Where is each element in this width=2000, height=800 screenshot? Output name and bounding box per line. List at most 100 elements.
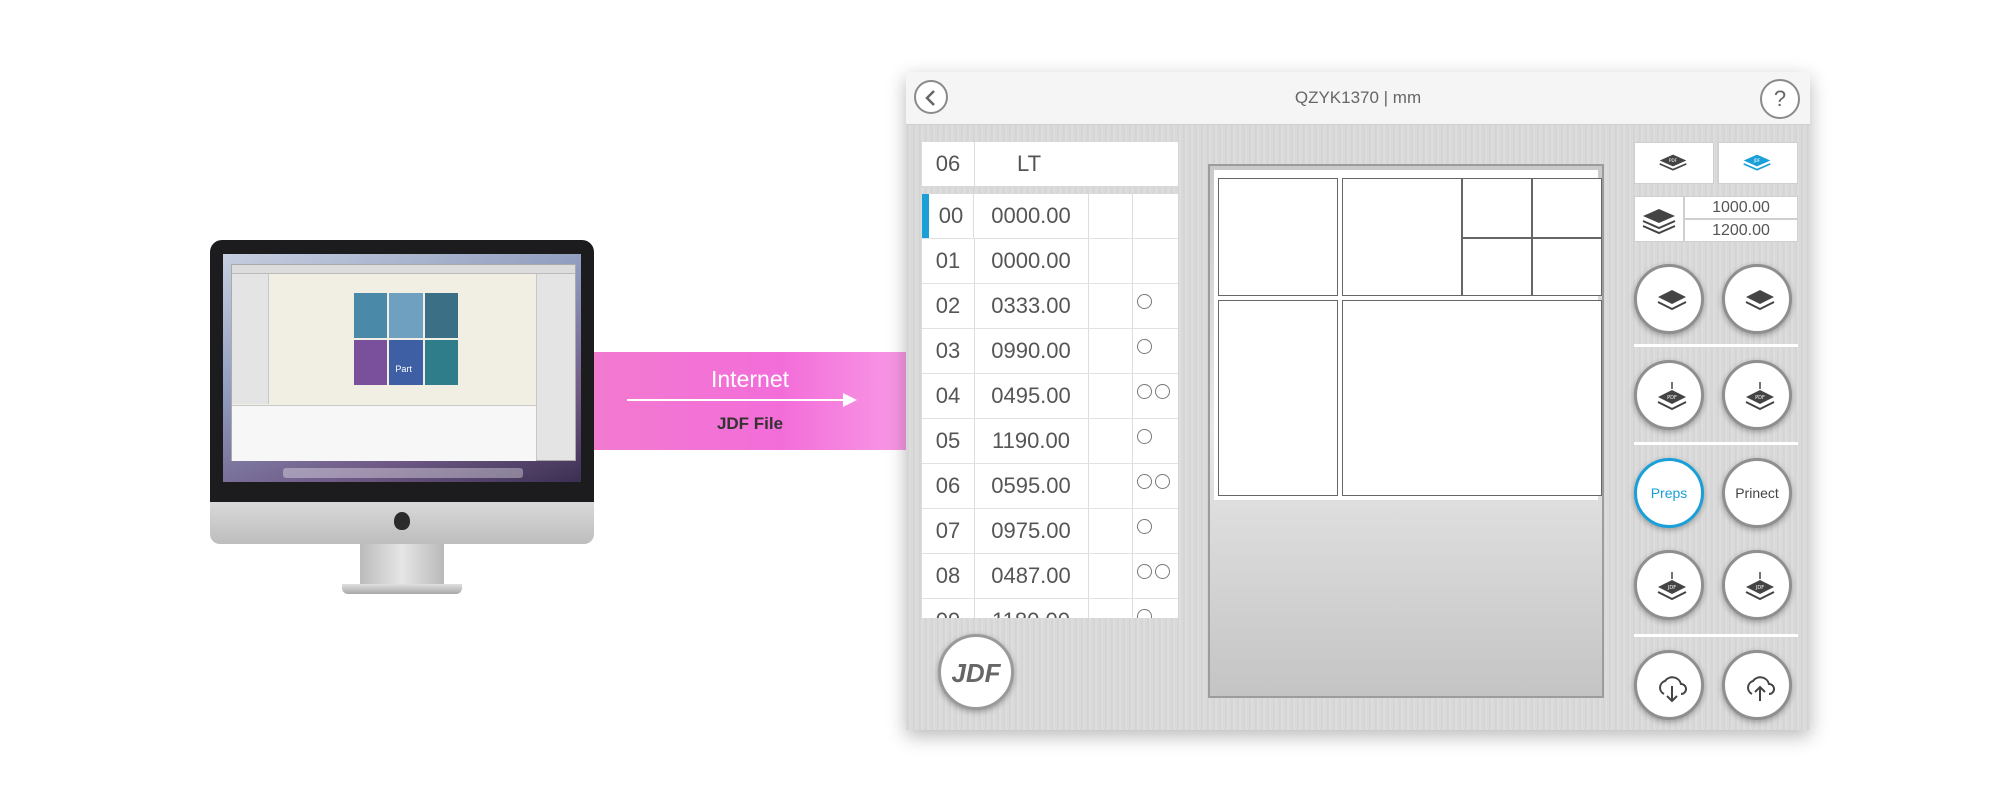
step-flag-cell bbox=[1088, 284, 1133, 328]
sheet-height-value[interactable]: 1200.00 bbox=[1684, 219, 1798, 242]
page-thumbnails: Part bbox=[354, 293, 458, 385]
stack-size-icon bbox=[1642, 209, 1676, 235]
cloud-upload-icon bbox=[1747, 676, 1775, 701]
sheet-width-value[interactable]: 1000.00 bbox=[1684, 196, 1798, 219]
program-number: 06 bbox=[922, 142, 975, 186]
table-row[interactable]: 00 0000.00 bbox=[922, 194, 1178, 239]
dock bbox=[283, 468, 523, 478]
air-table-icon bbox=[1137, 429, 1152, 444]
jdf-file-label: JDF File bbox=[716, 414, 784, 433]
step-flag-cell bbox=[1088, 374, 1133, 418]
divider bbox=[1634, 344, 1798, 347]
jdf-button[interactable]: JDF bbox=[938, 634, 1014, 710]
step-index: 03 bbox=[922, 329, 975, 373]
step-flag-cell bbox=[1088, 419, 1133, 463]
pdf-export-icon: PDF bbox=[1745, 382, 1775, 411]
step-value: 0000.00 bbox=[974, 239, 1089, 283]
jdf-format-tab[interactable]: JDF bbox=[1718, 142, 1798, 184]
sheet-page bbox=[1342, 178, 1462, 296]
table-row[interactable]: 01 0000.00 bbox=[922, 239, 1178, 284]
step-flag-cell bbox=[1088, 194, 1133, 238]
pdf-tab-label: PDF bbox=[1669, 158, 1678, 163]
sheet-page bbox=[1532, 178, 1602, 238]
step-value: 0975.00 bbox=[974, 509, 1089, 553]
stack-layout-button[interactable] bbox=[1634, 264, 1704, 334]
step-index: 02 bbox=[922, 284, 975, 328]
cutter-control-panel: QZYK1370 | mm ? 06 LT 00 0000.00 01 0000… bbox=[906, 72, 1810, 730]
step-value: 0000.00 bbox=[974, 194, 1089, 238]
pdf-import-button[interactable]: PDF bbox=[1634, 360, 1704, 430]
pusher-icon bbox=[1137, 294, 1152, 309]
jdf-import-button[interactable]: JDF bbox=[1634, 550, 1704, 620]
jdf-import-icon: JDF bbox=[1657, 572, 1687, 601]
step-value: 0495.00 bbox=[974, 374, 1089, 418]
app-bottom-panel bbox=[232, 405, 536, 461]
pdf-stack-icon: PDF bbox=[1659, 154, 1687, 171]
imac-stand-foot bbox=[342, 584, 462, 594]
table-row[interactable]: 04 0495.00 bbox=[922, 374, 1178, 419]
step-flag-cell bbox=[1088, 464, 1133, 508]
clamp-icon bbox=[1155, 384, 1170, 399]
step-index: 06 bbox=[922, 464, 975, 508]
sheet-page bbox=[1462, 178, 1532, 238]
step-value: 0595.00 bbox=[974, 464, 1089, 508]
step-index: 07 bbox=[922, 509, 975, 553]
table-row[interactable]: 03 0990.00 bbox=[922, 329, 1178, 374]
sheet-page bbox=[1462, 238, 1532, 296]
program-name: LT bbox=[1016, 151, 1042, 176]
pdf-import-label: PDF bbox=[1667, 395, 1677, 401]
cloud-upload-button[interactable] bbox=[1722, 650, 1792, 720]
table-row[interactable]: 06 0595.00 bbox=[922, 464, 1178, 509]
sheet-preview bbox=[1208, 164, 1604, 698]
step-index: 01 bbox=[922, 239, 975, 283]
step-index: 08 bbox=[922, 554, 975, 598]
preps-button[interactable]: Preps bbox=[1634, 458, 1704, 528]
step-index: 00 bbox=[922, 194, 974, 238]
pdf-format-tab[interactable]: PDF bbox=[1634, 142, 1714, 184]
imac-chin bbox=[210, 502, 594, 544]
cut-step-list[interactable]: 00 0000.00 01 0000.00 02 0333.00 03 0990… bbox=[922, 194, 1178, 618]
layer-stack-rotate-icon bbox=[1745, 290, 1775, 311]
help-button[interactable]: ? bbox=[1760, 79, 1800, 119]
jdf-export-button[interactable]: JDF bbox=[1722, 550, 1792, 620]
apple-logo-icon bbox=[394, 512, 410, 530]
step-flag-cell bbox=[1088, 239, 1133, 283]
imac-stand bbox=[360, 544, 444, 586]
panel-header: QZYK1370 | mm ? bbox=[906, 72, 1810, 125]
imposition-app-window: Part bbox=[231, 264, 576, 461]
divider bbox=[1634, 634, 1798, 637]
step-value: 1190.00 bbox=[974, 419, 1089, 463]
cloud-download-button[interactable] bbox=[1634, 650, 1704, 720]
imac-screen: Part bbox=[223, 254, 581, 482]
doc-part-label: Part bbox=[395, 364, 412, 374]
table-row[interactable]: 02 0333.00 bbox=[922, 284, 1178, 329]
app-left-panel bbox=[232, 274, 269, 404]
sheet-page bbox=[1532, 238, 1602, 296]
jdf-import-label: JDF bbox=[1667, 585, 1676, 591]
clamp-icon bbox=[1155, 474, 1170, 489]
table-row[interactable]: 05 1190.00 bbox=[922, 419, 1178, 464]
rotate-icon bbox=[1137, 384, 1152, 399]
sheet-size-icon bbox=[1634, 196, 1684, 242]
sheet-layout bbox=[1214, 170, 1602, 500]
table-row[interactable]: 08 0487.00 bbox=[922, 554, 1178, 599]
clamp-icon bbox=[1155, 564, 1170, 579]
air-table-icon bbox=[1137, 339, 1152, 354]
table-row[interactable]: 07 0975.00 bbox=[922, 509, 1178, 554]
air-table-icon bbox=[1137, 519, 1152, 534]
stack-layout-rotated-button[interactable] bbox=[1722, 264, 1792, 334]
step-index: 04 bbox=[922, 374, 975, 418]
divider bbox=[1634, 442, 1798, 445]
cloud-download-icon bbox=[1659, 676, 1687, 703]
jdf-export-icon: JDF bbox=[1745, 572, 1775, 601]
jdf-export-label: JDF bbox=[1755, 585, 1764, 591]
step-flag-cell bbox=[1088, 509, 1133, 553]
app-right-panel bbox=[536, 274, 575, 460]
step-index: 09 bbox=[922, 599, 975, 618]
pdf-import-icon: PDF bbox=[1657, 382, 1687, 411]
internet-transfer-band: Internet JDF File bbox=[594, 352, 906, 450]
pdf-export-button[interactable]: PDF bbox=[1722, 360, 1792, 430]
internet-label: Internet bbox=[711, 366, 789, 392]
prinect-button[interactable]: Prinect bbox=[1722, 458, 1792, 528]
table-row[interactable]: 09 1180.00 bbox=[922, 599, 1178, 618]
